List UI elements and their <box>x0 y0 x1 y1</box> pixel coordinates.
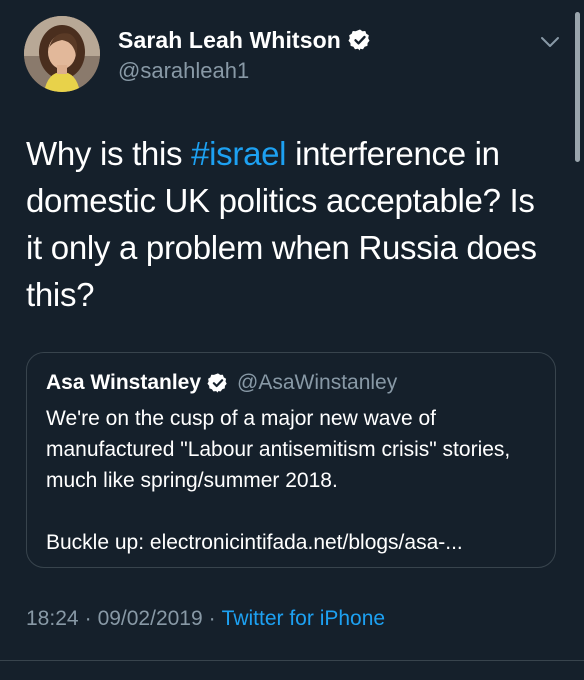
profile-photo <box>24 16 100 92</box>
verified-badge-icon <box>207 373 227 393</box>
quoted-author-handle: @AsaWinstanley <box>237 371 398 394</box>
author-name-row[interactable]: Sarah Leah Whitson <box>118 26 372 54</box>
scrollbar[interactable] <box>575 12 580 162</box>
chevron-down-icon[interactable] <box>539 34 561 50</box>
author-handle[interactable]: @sarahleah1 <box>118 58 249 84</box>
divider <box>0 660 584 661</box>
quoted-tweet-card[interactable]: Asa Winstanley @AsaWinstanley We're on t… <box>26 352 556 568</box>
quoted-author-name: Asa Winstanley <box>46 371 202 394</box>
verified-badge-icon <box>348 29 370 51</box>
author-display-name[interactable]: Sarah Leah Whitson <box>118 27 341 54</box>
tweet-time: 18:24 <box>26 607 79 630</box>
tweet-date: 09/02/2019 <box>97 607 203 630</box>
quoted-tweet-text: We're on the cusp of a major new wave of… <box>46 407 511 554</box>
tweet-text: Why is this #israel interference in dome… <box>26 130 556 318</box>
meta-separator: · <box>84 607 92 630</box>
quoted-tweet-header: Asa Winstanley @AsaWinstanley <box>46 369 397 397</box>
avatar[interactable] <box>24 16 100 92</box>
tweet-detail: Sarah Leah Whitson @sarahleah1 Why is th… <box>0 0 584 680</box>
meta-separator: · <box>208 607 216 630</box>
tweet-meta: 18:24 · 09/02/2019 · Twitter for iPhone <box>26 607 385 631</box>
hashtag-link[interactable]: #israel <box>191 135 286 172</box>
tweet-text-before: Why is this <box>26 135 192 172</box>
tweet-source-link[interactable]: Twitter for iPhone <box>222 607 385 631</box>
